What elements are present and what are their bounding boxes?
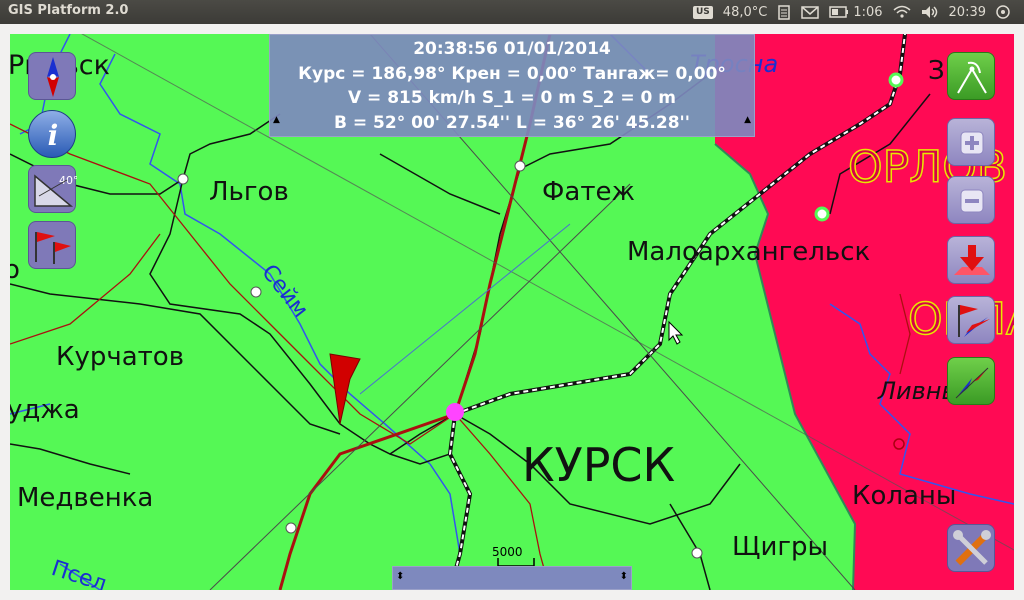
label-left-edge: о	[10, 255, 20, 285]
telemetry-attitude: Курс = 186,98° Крен = 0,00° Тангаж= 0,00…	[298, 63, 726, 84]
battery-icon[interactable]: 1:06	[829, 4, 883, 20]
info-icon: i	[48, 119, 59, 152]
antenna-icon	[957, 61, 987, 94]
label-medvenka: Медвенка	[17, 483, 154, 513]
app-window: Рыльск Льгов Фатеж Малоархангельск Сейм …	[10, 34, 1014, 590]
settings-button[interactable]	[947, 524, 995, 572]
panel-resize-right-icon[interactable]: ▲	[744, 108, 751, 133]
label-maloarkhangelsk: Малоархангельск	[627, 237, 871, 267]
info-button[interactable]: i	[28, 110, 76, 158]
protractor-icon: 40°	[34, 174, 79, 207]
volume-icon[interactable]	[921, 5, 939, 19]
power-settings-icon[interactable]	[996, 5, 1010, 19]
antenna-button[interactable]	[947, 52, 995, 100]
temperature-indicator[interactable]: 48,0°C	[723, 5, 768, 20]
zoom-out-button[interactable]	[947, 176, 995, 224]
bottom-panel-right-handle-icon[interactable]: ⬍	[620, 571, 628, 582]
svg-text:i: i	[48, 119, 59, 152]
wifi-icon[interactable]	[893, 5, 911, 19]
flag-route-icon	[958, 305, 990, 337]
telemetry-speed-distance: V = 815 km/h S_1 = 0 m S_2 = 0 m	[347, 88, 677, 108]
angle-tool-button[interactable]: 40°	[28, 165, 79, 213]
label-shchigry: Щигры	[732, 532, 829, 562]
compass-button[interactable]	[28, 52, 76, 100]
svg-text:40°: 40°	[59, 174, 77, 187]
bottom-panel: ⬍ ⬍	[392, 566, 632, 590]
zoom-in-button[interactable]	[947, 118, 995, 166]
window-title: GIS Platform 2.0	[8, 3, 129, 18]
flags-icon	[35, 232, 71, 264]
label-kursk: КУРСК	[522, 438, 676, 492]
label-lgov: Льгов	[209, 177, 289, 207]
telemetry-coordinates: B = 52° 00' 27.54'' L = 36° 26' 45.28''	[334, 112, 690, 133]
bottom-panel-left-handle-icon[interactable]: ⬍	[396, 571, 404, 582]
label-kurchatov: Курчатов	[56, 342, 185, 372]
down-arrow-icon	[954, 245, 990, 275]
label-kolany: Коланы	[852, 481, 957, 511]
drop-down-button[interactable]	[947, 236, 995, 284]
mail-icon[interactable]	[801, 5, 820, 19]
compass-heading-button[interactable]	[947, 357, 995, 405]
telemetry-panel: 20:38:56 01/01/2014 Курс = 186,98° Крен …	[269, 34, 755, 137]
kursk-city-marker	[446, 403, 464, 421]
plus-icon	[960, 131, 984, 155]
label-fatezh: Фатеж	[542, 177, 635, 207]
minus-icon	[960, 189, 984, 213]
flag-route-button[interactable]	[947, 296, 995, 344]
label-sudzha: уджа	[10, 395, 80, 425]
battery-time: 1:06	[853, 4, 883, 20]
compass-icon	[47, 57, 59, 97]
top-panel: GIS Platform 2.0 US 48,0°C 1:06 20:39	[0, 0, 1024, 24]
telemetry-datetime: 20:38:56 01/01/2014	[413, 39, 611, 59]
clipboard-icon[interactable]	[777, 4, 791, 20]
system-tray: US 48,0°C 1:06 20:39	[693, 0, 1024, 24]
route-flags-button[interactable]	[28, 221, 76, 269]
keyboard-layout-indicator[interactable]: US	[693, 5, 713, 19]
scale-label: 5000	[492, 545, 523, 559]
tools-icon	[953, 530, 991, 566]
panel-resize-left-icon[interactable]: ▲	[273, 108, 280, 133]
clock[interactable]: 20:39	[949, 5, 986, 20]
heading-icon	[955, 367, 989, 399]
